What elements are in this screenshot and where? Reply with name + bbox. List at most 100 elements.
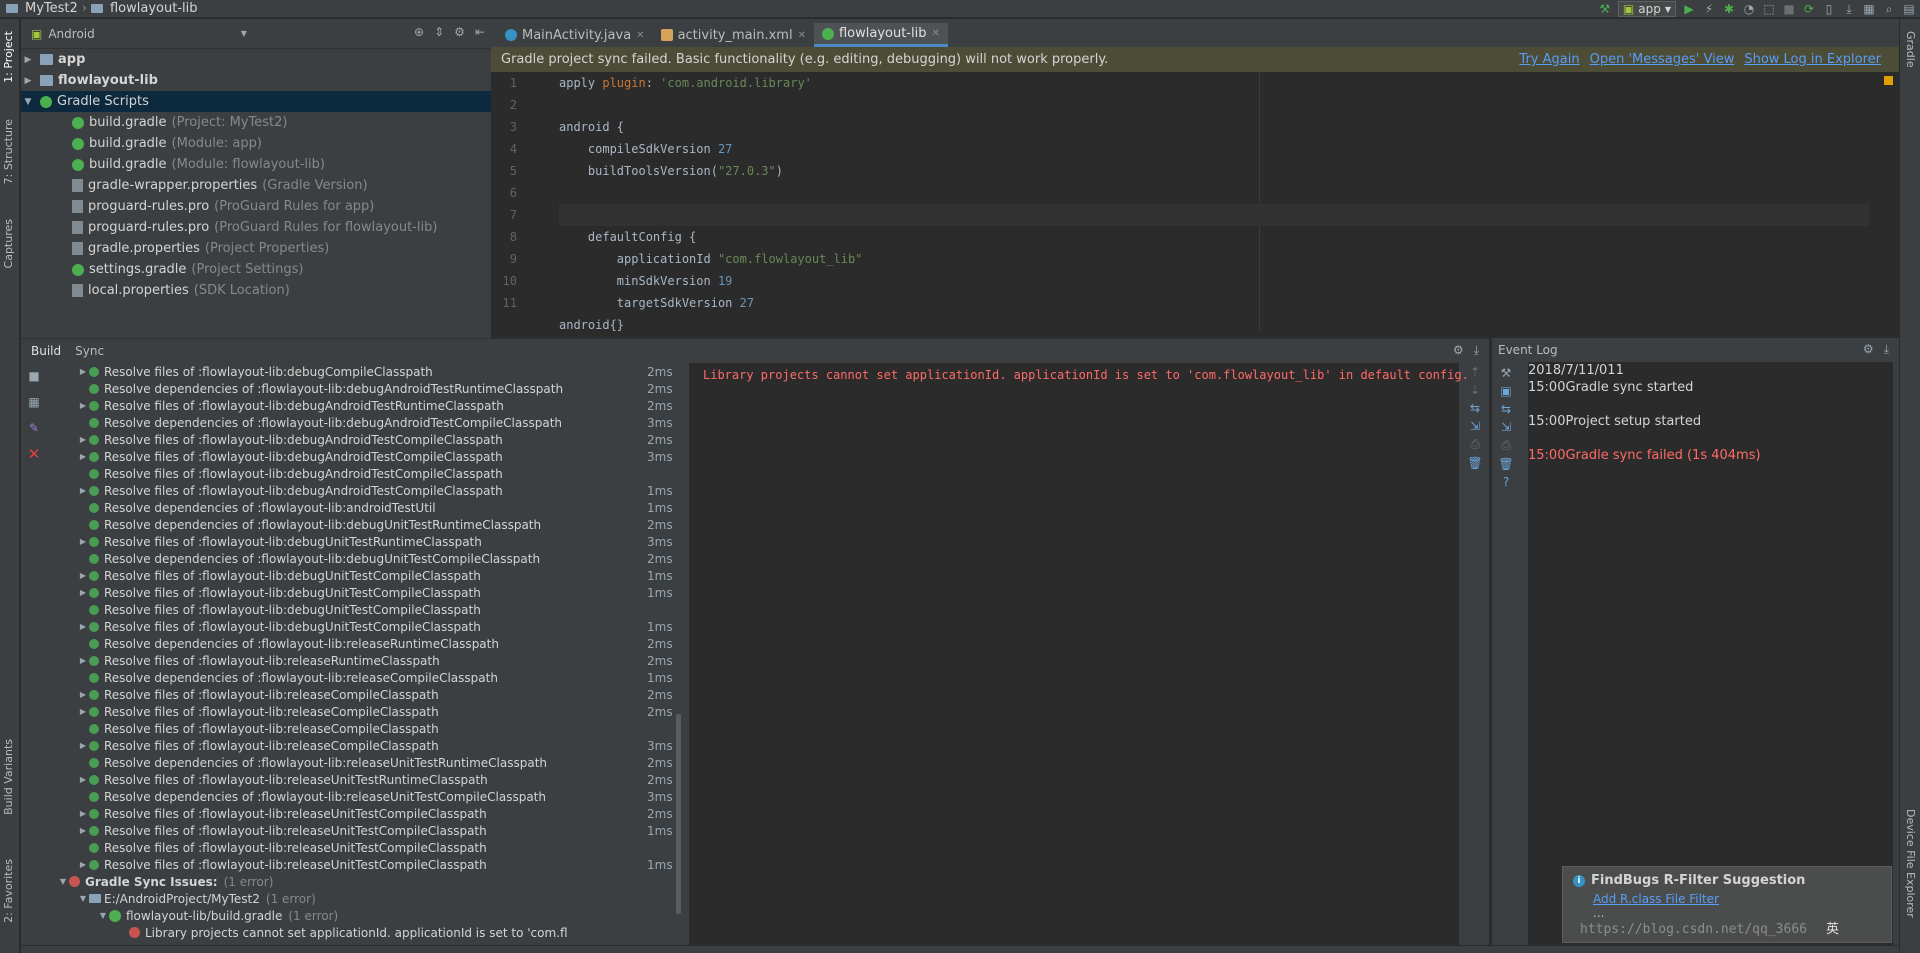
build-tree-row[interactable]: ▶ Resolve files of :flowlayout-lib:debugU…: [47, 584, 682, 601]
breadcrumb-module[interactable]: flowlayout-lib: [110, 1, 198, 16]
build-tree-scrollbar[interactable]: [676, 714, 681, 914]
chevron-right-icon[interactable]: ▶: [77, 622, 89, 631]
close-icon[interactable]: ✕: [798, 30, 806, 41]
tab-sync[interactable]: Sync: [75, 344, 104, 358]
chevron-down-icon[interactable]: ▼: [21, 97, 35, 107]
chevron-right-icon[interactable]: ▶: [77, 401, 89, 410]
soft-wrap-icon[interactable]: ⇆: [1501, 402, 1511, 416]
project-tree-item[interactable]: ▶ app: [21, 49, 491, 70]
mark-read-icon[interactable]: ▣: [1500, 384, 1511, 398]
chevron-right-icon[interactable]: ▶: [77, 860, 89, 869]
arrow-down-icon[interactable]: ⇣: [1470, 383, 1480, 397]
build-tree-row[interactable]: ▶ Resolve files of :flowlayout-lib:debugA…: [47, 431, 682, 448]
chevron-right-icon[interactable]: ▶: [77, 452, 89, 461]
tab-build[interactable]: Build: [31, 344, 61, 358]
scroll-to-end-icon[interactable]: ⇲: [1501, 420, 1511, 434]
build-tree-row[interactable]: Resolve files of :flowlayout-lib:debugAn…: [47, 465, 682, 482]
gear-icon[interactable]: ⚙: [1453, 343, 1464, 358]
code-line[interactable]: [559, 94, 1869, 116]
project-structure-icon[interactable]: ▦: [1862, 2, 1876, 16]
build-tree-row[interactable]: ▶ Resolve files of :flowlayout-lib:releas…: [47, 737, 682, 754]
project-tree-item[interactable]: gradle.properties (Project Properties): [21, 238, 491, 259]
code-area[interactable]: 1 2 3 4 5 6 7 8 9 10 11 apply plugin: 'com.android…: [491, 72, 1899, 332]
gear-icon[interactable]: ⚙: [454, 25, 465, 39]
project-tree-item[interactable]: build.gradle (Module: app): [21, 133, 491, 154]
chevron-right-icon[interactable]: ▶: [77, 741, 89, 750]
error-stripe-marker[interactable]: [1884, 76, 1893, 85]
build-tree-row[interactable]: ▶ Resolve files of :flowlayout-lib:debugU…: [47, 567, 682, 584]
build-tree-row[interactable]: Resolve dependencies of :flowlayout-lib:…: [47, 788, 682, 805]
chevron-right-icon[interactable]: ▶: [77, 367, 89, 376]
build-tree-row[interactable]: ▶ Resolve files of :flowlayout-lib:releas…: [47, 856, 682, 873]
build-tree-row[interactable]: Resolve files of :flowlayout-lib:debugUn…: [47, 601, 682, 618]
project-tree-item[interactable]: build.gradle (Module: flowlayout-lib): [21, 154, 491, 175]
code-line[interactable]: applicationId "com.flowlayout_lib": [559, 248, 1869, 270]
build-tree-row[interactable]: Resolve files of :flowlayout-lib:release…: [47, 839, 682, 856]
apply-changes-icon[interactable]: ⚡: [1702, 2, 1716, 16]
build-tree-row[interactable]: Resolve dependencies of :flowlayout-lib:…: [47, 380, 682, 397]
build-tree-row[interactable]: Library projects cannot set applicationI…: [47, 924, 682, 941]
editor-tab[interactable]: activity_main.xml ✕: [653, 23, 814, 47]
show-log-link[interactable]: Show Log in Explorer: [1744, 52, 1881, 67]
search-icon[interactable]: ⌕: [1882, 2, 1896, 16]
run-icon[interactable]: ▶: [1682, 2, 1696, 16]
debug-icon[interactable]: ✱: [1722, 2, 1736, 16]
build-tree-row[interactable]: Resolve dependencies of :flowlayout-lib:…: [47, 550, 682, 567]
project-tree-item[interactable]: ▶ flowlayout-lib: [21, 70, 491, 91]
build-tree-row[interactable]: ▶ Resolve files of :flowlayout-lib:releas…: [47, 822, 682, 839]
build-tree-row[interactable]: ▶ Resolve files of :flowlayout-lib:releas…: [47, 686, 682, 703]
build-tree-row[interactable]: Resolve files of :flowlayout-lib:release…: [47, 720, 682, 737]
chevron-right-icon[interactable]: ▶: [77, 707, 89, 716]
build-tree-row[interactable]: ▶ Resolve files of :flowlayout-lib:debugA…: [47, 397, 682, 414]
tool-tab-structure[interactable]: 7: Structure: [2, 119, 15, 184]
chevron-right-icon[interactable]: ▶: [77, 435, 89, 444]
project-tree-item[interactable]: ▼ Gradle Scripts: [21, 91, 491, 112]
build-tree-row[interactable]: ▶ Resolve files of :flowlayout-lib:releas…: [47, 703, 682, 720]
build-tree-row[interactable]: ▶ Resolve files of :flowlayout-lib:debugA…: [47, 482, 682, 499]
pin-icon[interactable]: ✎: [21, 415, 47, 441]
code-line[interactable]: targetSdkVersion 27: [559, 292, 1869, 314]
breadcrumb-project[interactable]: MyTest2: [25, 1, 78, 16]
build-tree-row[interactable]: Resolve dependencies of :flowlayout-lib:…: [47, 754, 682, 771]
chevron-right-icon[interactable]: ▶: [77, 537, 89, 546]
project-tree-item[interactable]: build.gradle (Project: MyTest2): [21, 112, 491, 133]
code-line[interactable]: defaultConfig {: [559, 226, 1869, 248]
build-tree-row[interactable]: ▶ Resolve files of :flowlayout-lib:debugC…: [47, 363, 682, 380]
open-messages-link[interactable]: Open 'Messages' View: [1590, 52, 1735, 67]
hide-panel-icon[interactable]: ⇤: [475, 25, 485, 39]
editor-tab[interactable]: flowlayout-lib ✕: [813, 23, 948, 47]
chevron-right-icon[interactable]: ▶: [77, 809, 89, 818]
chevron-right-icon[interactable]: ▶: [77, 588, 89, 597]
project-tree-item[interactable]: gradle-wrapper.properties (Gradle Version…: [21, 175, 491, 196]
editor-tab[interactable]: MainActivity.java ✕: [497, 23, 653, 47]
chevron-down-icon[interactable]: ▼: [97, 911, 109, 920]
build-tree-row[interactable]: Resolve dependencies of :flowlayout-lib:…: [47, 516, 682, 533]
make-project-icon[interactable]: ⚒: [1598, 2, 1612, 16]
tool-tab-captures[interactable]: Captures: [2, 219, 15, 268]
help-icon[interactable]: ?: [1503, 475, 1509, 489]
tool-tab-gradle[interactable]: Gradle: [1904, 31, 1917, 68]
settings-icon[interactable]: ⚒: [1501, 366, 1512, 380]
build-tree-row[interactable]: ▶ Resolve files of :flowlayout-lib:releas…: [47, 652, 682, 669]
layout-icon[interactable]: ▤: [1902, 2, 1916, 16]
scroll-to-end-icon[interactable]: ⇲: [1470, 419, 1480, 433]
stop-icon[interactable]: ■: [21, 363, 47, 389]
try-again-link[interactable]: Try Again: [1519, 52, 1579, 67]
code-line[interactable]: buildToolsVersion("27.0.3"): [559, 160, 1869, 182]
tool-tab-project[interactable]: 1: Project: [2, 31, 15, 83]
tool-tab-device-file-explorer[interactable]: Device File Explorer: [1904, 809, 1917, 918]
code-line[interactable]: [559, 204, 1869, 226]
tool-tab-build-variants[interactable]: Build Variants: [2, 739, 15, 815]
print-icon[interactable]: ⎙: [1501, 438, 1511, 453]
chevron-right-icon[interactable]: ▶: [77, 826, 89, 835]
code-line[interactable]: apply plugin: 'com.android.library': [559, 72, 1869, 94]
chevron-right-icon[interactable]: ▶: [21, 76, 35, 86]
code-line[interactable]: android {: [559, 116, 1869, 138]
attach-debugger-icon[interactable]: ⬚: [1762, 2, 1776, 16]
trash-icon[interactable]: 🗑: [1498, 457, 1513, 471]
build-tree-row[interactable]: ▼ E:/AndroidProject/MyTest2 (1 error): [47, 890, 682, 907]
hide-panel-icon[interactable]: ⤓: [1474, 343, 1479, 358]
chevron-down-icon[interactable]: ▼: [57, 877, 69, 886]
sync-gradle-icon[interactable]: ⟳: [1802, 2, 1816, 16]
gear-icon[interactable]: ⚙: [1863, 342, 1874, 357]
